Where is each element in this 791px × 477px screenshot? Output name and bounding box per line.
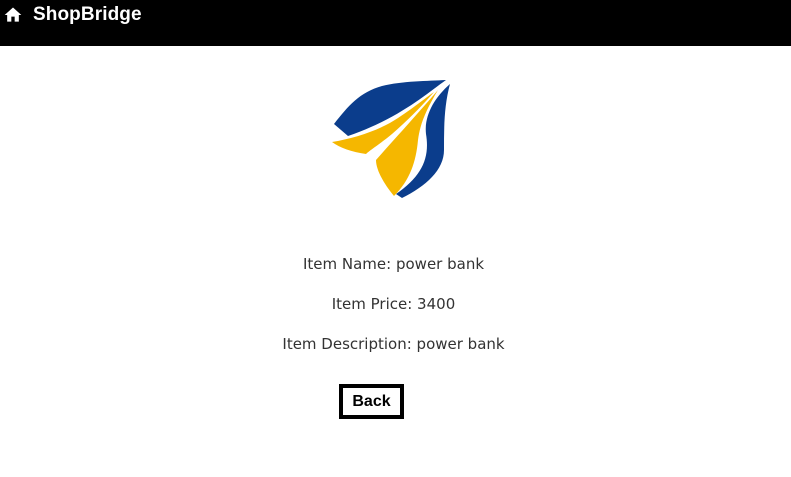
back-button[interactable]: Back — [339, 384, 404, 419]
item-price: Item Price: 3400 — [331, 295, 456, 313]
home-link[interactable]: ShopBridge — [3, 4, 142, 26]
shopbridge-logo — [332, 80, 450, 198]
item-name: Item Name: power bank — [302, 255, 485, 273]
item-description: Item Description: power bank — [282, 335, 505, 353]
top-navbar: ShopBridge — [0, 0, 791, 46]
home-icon[interactable] — [3, 5, 23, 25]
brand-title[interactable]: ShopBridge — [33, 4, 142, 26]
